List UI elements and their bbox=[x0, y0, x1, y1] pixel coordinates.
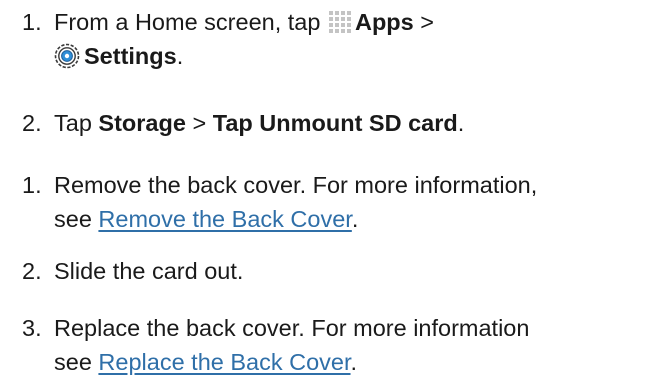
step-number: 1. bbox=[22, 172, 42, 198]
step-text-part: see bbox=[54, 349, 99, 375]
settings-label: Settings bbox=[84, 43, 177, 69]
step-text-part: > bbox=[413, 9, 434, 35]
step-number: 3. bbox=[22, 315, 42, 341]
step-number: 2. bbox=[22, 110, 42, 136]
step-text-part: From a Home screen, tap bbox=[54, 9, 327, 35]
step-text-line: Replace the back cover. For more informa… bbox=[54, 315, 530, 341]
step-text-part: > bbox=[185, 110, 213, 136]
step-text: From a Home screen, tap Apps > Settings. bbox=[54, 5, 654, 73]
step-number: 2. bbox=[22, 258, 42, 284]
step-text-part: . bbox=[457, 110, 465, 136]
remove-back-cover-link[interactable]: Remove the Back Cover bbox=[98, 206, 351, 232]
step-text-part: see bbox=[54, 206, 99, 232]
step-text-part: Tap bbox=[54, 110, 99, 136]
replace-back-cover-link[interactable]: Replace the Back Cover bbox=[98, 349, 350, 375]
step-text-part: . bbox=[350, 349, 358, 375]
step-text: Tap Storage > Tap Unmount SD card. bbox=[54, 106, 654, 140]
step-text-part: . bbox=[351, 206, 359, 232]
apps-label: Apps bbox=[354, 9, 414, 35]
instructions-page: 1. From a Home screen, tap Apps > Setting… bbox=[0, 0, 656, 375]
step-text: Remove the back cover. For more informat… bbox=[54, 168, 654, 236]
step-number: 1. bbox=[22, 9, 42, 35]
step-text: Slide the card out. bbox=[54, 258, 244, 284]
apps-grid-icon bbox=[328, 11, 351, 33]
unmount-label: Tap Unmount SD card bbox=[212, 110, 458, 136]
settings-gear-icon bbox=[54, 43, 80, 69]
step-text: Replace the back cover. For more informa… bbox=[54, 311, 654, 379]
step-text-line: Remove the back cover. For more informat… bbox=[54, 172, 538, 198]
step-text-part: . bbox=[176, 43, 184, 69]
storage-label: Storage bbox=[98, 110, 186, 136]
